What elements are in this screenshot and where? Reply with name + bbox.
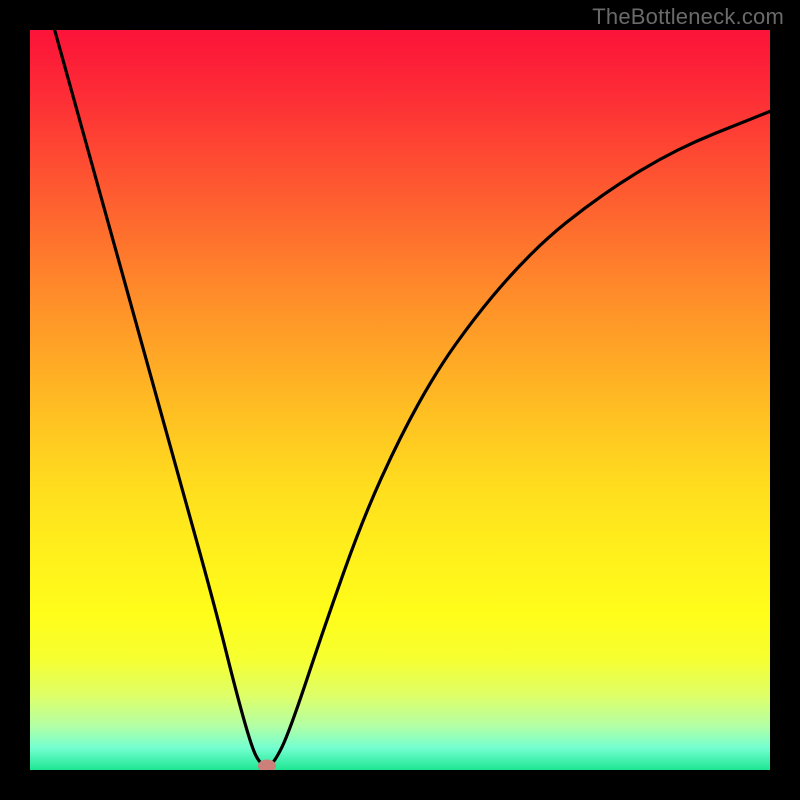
chart-min-marker (258, 760, 276, 770)
chart-curve (30, 30, 770, 770)
watermark-text: TheBottleneck.com (592, 4, 784, 30)
chart-plot-area (30, 30, 770, 770)
